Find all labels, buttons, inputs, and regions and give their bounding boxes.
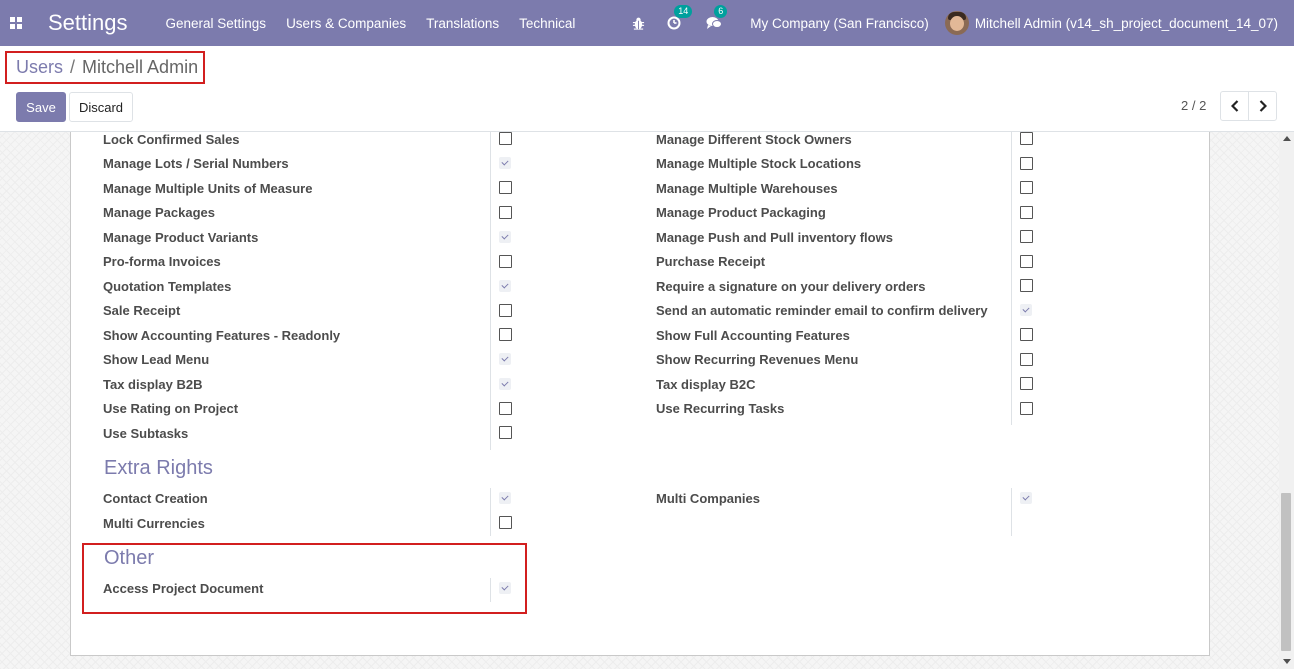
checkbox[interactable]: [499, 132, 512, 145]
scrollbar-thumb[interactable]: [1281, 493, 1291, 651]
field-label: Manage Multiple Stock Locations: [656, 156, 862, 171]
pager-value[interactable]: 2 / 2: [1181, 98, 1206, 113]
checkbox[interactable]: [1020, 255, 1033, 268]
messages-chat-icon[interactable]: 6: [704, 5, 728, 33]
checkbox[interactable]: [1020, 157, 1033, 170]
extra-rights-title: Extra Rights: [104, 457, 213, 479]
menu-technical[interactable]: Technical: [519, 16, 575, 31]
scroll-down-arrow-icon[interactable]: [1283, 659, 1291, 664]
form-sheet: Lock Confirmed Sales Manage Lots / Seria…: [70, 132, 1210, 656]
checkbox[interactable]: [1020, 206, 1033, 219]
other-section-title: Other: [104, 547, 155, 569]
field-label: Lock Confirmed Sales: [103, 132, 240, 147]
discard-button[interactable]: Discard: [69, 92, 133, 122]
checkbox[interactable]: [1020, 230, 1033, 243]
field-label: Access Project Document: [103, 581, 264, 596]
menu-translations[interactable]: Translations: [426, 16, 499, 31]
breadcrumb-separator: /: [70, 57, 76, 77]
field-label: Manage Different Stock Owners: [656, 132, 852, 147]
breadcrumb-users-link[interactable]: Users: [16, 57, 63, 78]
debug-bug-icon[interactable]: [628, 13, 648, 33]
field-label: Multi Companies: [656, 491, 761, 506]
apps-menu-icon[interactable]: [0, 0, 32, 46]
breadcrumb-current: Mitchell Admin: [82, 57, 199, 77]
field-label: Show Accounting Features - Readonly: [103, 328, 341, 343]
field-label: Use Recurring Tasks: [656, 401, 785, 416]
app-title[interactable]: Settings: [48, 10, 128, 36]
checkbox[interactable]: [499, 255, 512, 268]
field-label: Manage Multiple Warehouses: [656, 181, 838, 196]
field-label: Manage Product Packaging: [656, 205, 826, 220]
top-navbar: Settings General Settings Users & Compan…: [0, 0, 1294, 46]
checkbox[interactable]: [499, 378, 511, 390]
checkbox[interactable]: [499, 280, 511, 292]
activity-clock-icon[interactable]: 14: [664, 5, 693, 33]
checkbox[interactable]: [499, 231, 511, 243]
checkbox[interactable]: [499, 206, 512, 219]
field-label: Manage Product Variants: [103, 230, 259, 245]
control-panel: Users / Mitchell Admin Save Discard 2 / …: [0, 46, 1294, 132]
user-menu[interactable]: Mitchell Admin (v14_sh_project_document_…: [975, 16, 1278, 31]
chevron-right-icon: [1259, 100, 1267, 112]
checkbox[interactable]: [1020, 304, 1032, 316]
menu-general-settings[interactable]: General Settings: [166, 16, 267, 31]
chevron-left-icon: [1230, 100, 1238, 112]
checkbox[interactable]: [1020, 492, 1032, 504]
field-label: Manage Lots / Serial Numbers: [103, 156, 289, 171]
field-label: Tax display B2B: [103, 377, 203, 392]
checkbox[interactable]: [499, 516, 512, 529]
checkbox[interactable]: [1020, 181, 1033, 194]
checkbox[interactable]: [499, 181, 512, 194]
field-label: Sale Receipt: [103, 303, 181, 318]
checkbox[interactable]: [499, 157, 511, 169]
field-label: Manage Packages: [103, 205, 216, 220]
user-avatar[interactable]: [944, 11, 969, 35]
field-label: Require a signature on your delivery ord…: [656, 279, 926, 294]
checkbox[interactable]: [499, 328, 512, 341]
scroll-up-arrow-icon[interactable]: [1283, 136, 1291, 141]
checkbox[interactable]: [1020, 353, 1033, 366]
field-label: Contact Creation: [103, 491, 208, 506]
company-switcher[interactable]: My Company (San Francisco): [750, 16, 929, 31]
checkbox[interactable]: [499, 492, 511, 504]
checkbox[interactable]: [1020, 132, 1033, 145]
save-button[interactable]: Save: [16, 92, 66, 122]
field-label: Show Full Accounting Features: [656, 328, 850, 343]
field-label: Multi Currencies: [103, 516, 205, 531]
checkbox[interactable]: [499, 304, 512, 317]
field-label: Pro-forma Invoices: [103, 254, 221, 269]
checkbox[interactable]: [499, 353, 511, 365]
breadcrumb: Users / Mitchell Admin: [5, 51, 205, 84]
activity-count-badge: 14: [674, 5, 693, 18]
checkbox[interactable]: [499, 402, 512, 415]
field-label: Use Rating on Project: [103, 401, 239, 416]
field-label: Show Recurring Revenues Menu: [656, 352, 859, 367]
field-label: Manage Multiple Units of Measure: [103, 181, 313, 196]
field-label: Manage Push and Pull inventory flows: [656, 230, 893, 245]
field-label: Quotation Templates: [103, 279, 232, 294]
checkbox[interactable]: [1020, 328, 1033, 341]
checkbox[interactable]: [1020, 279, 1033, 292]
field-label: Tax display B2C: [656, 377, 756, 392]
form-content-area[interactable]: Lock Confirmed Sales Manage Lots / Seria…: [0, 132, 1294, 669]
checkbox[interactable]: [1020, 377, 1033, 390]
field-label: Purchase Receipt: [656, 254, 766, 269]
pager-previous-button[interactable]: [1220, 91, 1249, 121]
checkbox[interactable]: [499, 582, 511, 594]
menu-users-companies[interactable]: Users & Companies: [286, 16, 406, 31]
vertical-scrollbar[interactable]: [1279, 132, 1294, 669]
field-label: Send an automatic reminder email to conf…: [656, 303, 988, 318]
checkbox[interactable]: [1020, 402, 1033, 415]
checkbox[interactable]: [499, 426, 512, 439]
field-label: Show Lead Menu: [103, 352, 210, 367]
messages-count-badge: 6: [714, 5, 728, 18]
field-label: Use Subtasks: [103, 426, 189, 441]
pager-next-button[interactable]: [1248, 91, 1277, 121]
